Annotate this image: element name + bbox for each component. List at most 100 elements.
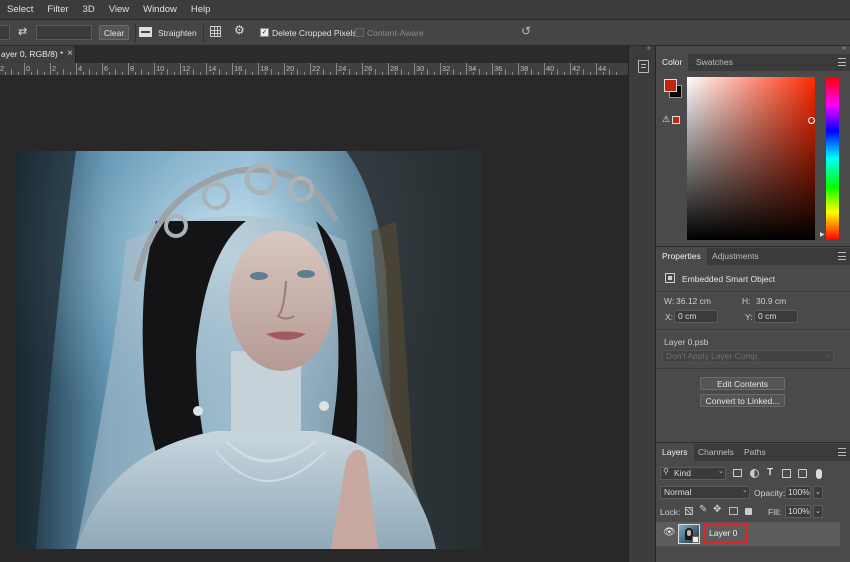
lock-transparent-icon[interactable] <box>685 507 693 515</box>
menu-view[interactable]: View <box>102 0 136 20</box>
document-image[interactable] <box>16 151 482 549</box>
ruler-tick <box>531 69 532 75</box>
layer-name-highlight[interactable]: Layer 0 <box>704 524 748 543</box>
menu-3d[interactable]: 3D <box>76 0 102 20</box>
layer-thumbnail[interactable] <box>678 524 700 544</box>
filter-smart-object-icon[interactable] <box>798 469 807 478</box>
content-aware-checkbox[interactable] <box>355 28 364 37</box>
hue-slider-arrow-icon[interactable]: ▶ <box>820 231 825 238</box>
panel-menu-icon[interactable] <box>838 58 846 66</box>
gamut-swatch[interactable] <box>672 116 680 124</box>
menu-window[interactable]: Window <box>136 0 184 20</box>
width-value[interactable]: 36.12 cm <box>676 296 711 306</box>
ruler-tick <box>56 72 58 75</box>
tab-adjustments[interactable]: Adjustments <box>706 248 765 265</box>
filter-toggle-icon[interactable] <box>816 469 822 479</box>
grid-overlay-icon[interactable] <box>210 26 221 37</box>
content-aware-label[interactable]: Content-Aware <box>367 28 424 38</box>
eye-icon[interactable]: 👁 <box>663 527 676 538</box>
ruler-tick <box>89 69 90 75</box>
height-value[interactable]: 30.9 cm <box>756 296 786 306</box>
lock-all-icon[interactable] <box>745 508 752 515</box>
ruler-tick <box>368 72 370 75</box>
menu-help[interactable]: Help <box>184 0 218 20</box>
layer-comp-select[interactable]: Don't Apply Layer Comp <box>662 350 834 363</box>
layer-row[interactable]: 👁 Layer 0 <box>656 522 840 546</box>
ruler-tick <box>245 69 246 75</box>
menu-select[interactable]: Select <box>0 0 40 20</box>
ruler-tick <box>518 63 519 75</box>
ruler-tick <box>381 72 383 75</box>
height-field[interactable] <box>0 25 10 40</box>
ruler-tick <box>225 72 227 75</box>
x-position-field[interactable]: 0 cm <box>674 310 718 323</box>
tab-color[interactable]: Color <box>656 54 689 71</box>
gear-icon[interactable]: ⚙ <box>234 23 245 37</box>
layer-filter-kind-select[interactable]: Kind <box>660 467 726 480</box>
ruler-tick <box>69 72 71 75</box>
tab-layers[interactable]: Layers <box>656 444 694 461</box>
y-position-field[interactable]: 0 cm <box>754 310 798 323</box>
ruler-tick <box>563 72 565 75</box>
lock-position-icon[interactable]: ✥ <box>713 504 721 515</box>
filter-type-icon[interactable]: T <box>767 467 773 478</box>
ruler-tick <box>485 72 487 75</box>
panel-menu-icon[interactable] <box>838 448 846 456</box>
opacity-field[interactable]: 100% <box>785 486 811 499</box>
panel-menu-icon[interactable] <box>838 252 846 260</box>
straighten-icon[interactable] <box>139 27 152 37</box>
edit-contents-button[interactable]: Edit Contents <box>700 377 785 390</box>
swap-icon[interactable]: ⇄ <box>18 25 30 39</box>
foreground-color-swatch[interactable] <box>664 79 677 92</box>
gamut-warning-icon: ⚠ <box>662 114 671 124</box>
ruler-tick <box>310 63 311 75</box>
clear-button[interactable]: Clear <box>99 25 129 40</box>
tab-channels[interactable]: Channels <box>692 444 740 461</box>
tab-paths[interactable]: Paths <box>738 444 772 461</box>
opacity-dropdown[interactable]: ⌄ <box>813 486 823 499</box>
history-panel-icon[interactable] <box>638 60 649 73</box>
ruler-tick <box>557 69 558 75</box>
ruler-tick <box>323 69 324 75</box>
blend-mode-select[interactable]: Normal <box>660 486 750 499</box>
ruler-tick <box>336 63 337 75</box>
ruler-tick <box>264 72 266 75</box>
ruler-tick <box>186 72 188 75</box>
ruler-tick <box>141 69 142 75</box>
fill-field[interactable]: 100% <box>785 505 811 518</box>
ruler-tick <box>342 72 344 75</box>
close-tab-icon[interactable]: × <box>67 48 73 59</box>
divider <box>656 291 850 292</box>
divider <box>656 368 850 369</box>
delete-cropped-label[interactable]: Delete Cropped Pixels <box>272 28 357 38</box>
filter-shape-icon[interactable] <box>782 469 791 478</box>
document-tab[interactable]: ayer 0, RGB/8) * <box>0 46 76 63</box>
color-panel: » Color Swatches ⚠ ▶ <box>656 45 850 246</box>
collapse-arrows-icon[interactable]: « <box>647 45 651 52</box>
hue-slider[interactable] <box>826 77 839 240</box>
fill-dropdown[interactable]: ⌄ <box>813 505 823 518</box>
fill-label: Fill: <box>768 507 782 517</box>
horizontal-ruler[interactable]: 2 0 2 4 6 8 10 12 14 16 18 20 22 24 26 28 30 32 34 36 38 40 42… <box>0 63 628 76</box>
straighten-label[interactable]: Straighten <box>158 28 197 38</box>
ruler-tick <box>440 63 441 75</box>
layers-tab-bar: Layers Channels Paths <box>656 444 850 461</box>
filter-adjustment-icon[interactable] <box>750 469 759 478</box>
collapse-arrows-icon[interactable]: » <box>842 45 846 52</box>
layer-name[interactable]: Layer 0 <box>709 528 737 538</box>
tab-properties[interactable]: Properties <box>656 248 707 265</box>
ruler-tick <box>394 72 396 75</box>
color-field[interactable] <box>687 77 815 240</box>
lock-image-brush-icon[interactable]: ✎ <box>699 504 707 515</box>
tab-swatches[interactable]: Swatches <box>690 54 739 71</box>
menu-filter[interactable]: Filter <box>40 0 75 20</box>
resolution-field[interactable] <box>36 25 92 40</box>
object-type-label: Embedded Smart Object <box>682 274 776 284</box>
ruler-tick <box>615 72 617 75</box>
filter-pixel-icon[interactable] <box>733 469 742 477</box>
reset-icon[interactable]: ↺ <box>521 24 531 38</box>
lock-artboard-icon[interactable] <box>729 507 738 515</box>
color-picker-handle[interactable] <box>808 117 815 124</box>
convert-to-linked-button[interactable]: Convert to Linked... <box>700 394 785 407</box>
delete-cropped-checkbox[interactable]: ✓ <box>260 28 269 37</box>
